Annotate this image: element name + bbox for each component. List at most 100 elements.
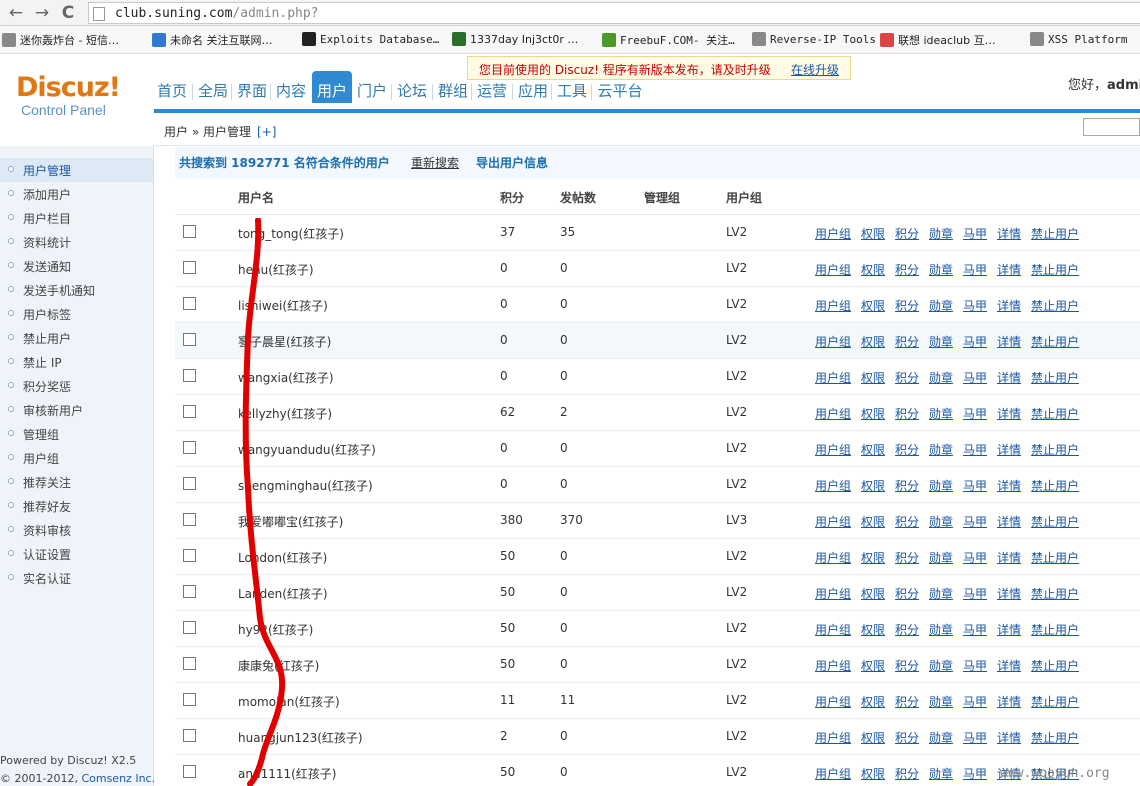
action-link[interactable]: 用户组 — [815, 657, 851, 674]
action-link[interactable]: 详情 — [997, 441, 1021, 458]
cell-username[interactable]: wangyuandudu(红孩子) — [238, 441, 376, 458]
action-link[interactable]: 权限 — [861, 657, 885, 674]
bookmark-item[interactable]: XSS Platform — [1030, 32, 1127, 48]
action-link[interactable]: 详情 — [997, 405, 1021, 422]
action-link[interactable]: 禁止用户 — [1031, 261, 1079, 278]
row-checkbox[interactable] — [183, 333, 196, 346]
row-checkbox[interactable] — [183, 441, 196, 454]
action-link[interactable]: 禁止用户 — [1031, 549, 1079, 566]
action-link[interactable]: 权限 — [861, 693, 885, 710]
action-link[interactable]: 积分 — [895, 549, 919, 566]
bookmark-item[interactable]: 未命名 关注互联网… — [152, 32, 273, 48]
action-link[interactable]: 用户组 — [815, 729, 851, 746]
action-link[interactable]: 马甲 — [963, 585, 987, 602]
action-link[interactable]: 积分 — [895, 621, 919, 638]
action-link[interactable]: 用户组 — [815, 225, 851, 242]
action-link[interactable]: 详情 — [997, 297, 1021, 314]
action-link[interactable]: 积分 — [895, 297, 919, 314]
action-link[interactable]: 权限 — [861, 477, 885, 494]
action-link[interactable]: 积分 — [895, 477, 919, 494]
action-link[interactable]: 积分 — [895, 405, 919, 422]
action-link[interactable]: 勋章 — [929, 297, 953, 314]
action-link[interactable]: 马甲 — [963, 333, 987, 350]
action-link[interactable]: 权限 — [861, 333, 885, 350]
row-checkbox[interactable] — [183, 693, 196, 706]
action-link[interactable]: 禁止用户 — [1031, 729, 1079, 746]
action-link[interactable]: 用户组 — [815, 765, 851, 782]
export-users-link[interactable]: 导出用户信息 — [476, 154, 548, 171]
row-checkbox[interactable] — [183, 369, 196, 382]
forward-icon[interactable]: → — [32, 3, 52, 23]
action-link[interactable]: 用户组 — [815, 297, 851, 314]
action-link[interactable]: 勋章 — [929, 765, 953, 782]
nav-tab[interactable]: 工具 — [554, 80, 590, 110]
action-link[interactable]: 马甲 — [963, 405, 987, 422]
sidebar-item[interactable]: 发送通知 — [0, 254, 153, 278]
sidebar-item[interactable]: 实名认证 — [0, 566, 153, 590]
action-link[interactable]: 勋章 — [929, 441, 953, 458]
action-link[interactable]: 勋章 — [929, 585, 953, 602]
action-link[interactable]: 权限 — [861, 441, 885, 458]
cell-username[interactable]: 寥子晨星(红孩子) — [238, 333, 331, 350]
action-link[interactable]: 详情 — [997, 549, 1021, 566]
action-link[interactable]: 详情 — [997, 729, 1021, 746]
nav-tab[interactable]: 首页 — [154, 80, 190, 110]
nav-tab[interactable]: 全局 — [195, 80, 231, 110]
nav-tab[interactable]: 用户 — [312, 71, 352, 103]
nav-tab[interactable]: 界面 — [234, 80, 270, 110]
row-checkbox[interactable] — [183, 261, 196, 274]
action-link[interactable]: 积分 — [895, 693, 919, 710]
row-checkbox[interactable] — [183, 549, 196, 562]
row-checkbox[interactable] — [183, 657, 196, 670]
action-link[interactable]: 马甲 — [963, 441, 987, 458]
discuz-logo[interactable]: Discuz! Control Panel — [16, 74, 136, 119]
sidebar-item[interactable]: 资料统计 — [0, 230, 153, 254]
cell-username[interactable]: London(红孩子) — [238, 549, 327, 566]
action-link[interactable]: 详情 — [997, 477, 1021, 494]
sidebar-item[interactable]: 认证设置 — [0, 542, 153, 566]
action-link[interactable]: 马甲 — [963, 297, 987, 314]
sidebar-item[interactable]: 用户标签 — [0, 302, 153, 326]
cell-username[interactable]: hehu(红孩子) — [238, 261, 314, 278]
action-link[interactable]: 详情 — [997, 621, 1021, 638]
admin-username[interactable]: admin — [1107, 78, 1140, 93]
action-link[interactable]: 勋章 — [929, 405, 953, 422]
nav-tab[interactable]: 论坛 — [394, 80, 430, 110]
address-bar[interactable]: club.suning.com/admin.php? — [88, 2, 1140, 24]
action-link[interactable]: 详情 — [997, 333, 1021, 350]
nav-tab[interactable]: 云平台 — [594, 80, 646, 110]
action-link[interactable]: 马甲 — [963, 729, 987, 746]
action-link[interactable]: 马甲 — [963, 657, 987, 674]
bookmark-item[interactable]: FreebuF.COM- 关注… — [602, 32, 735, 48]
action-link[interactable]: 禁止用户 — [1031, 297, 1079, 314]
action-link[interactable]: 禁止用户 — [1031, 477, 1079, 494]
action-link[interactable]: 禁止用户 — [1031, 585, 1079, 602]
cell-username[interactable]: 康康兔(红孩子) — [238, 657, 319, 674]
nav-tab[interactable]: 运营 — [474, 80, 510, 110]
cell-username[interactable]: kellyzhy(红孩子) — [238, 405, 332, 422]
action-link[interactable]: 禁止用户 — [1031, 693, 1079, 710]
action-link[interactable]: 用户组 — [815, 333, 851, 350]
action-link[interactable]: 详情 — [997, 585, 1021, 602]
cell-username[interactable]: lishiwei(红孩子) — [238, 297, 328, 314]
action-link[interactable]: 用户组 — [815, 405, 851, 422]
action-link[interactable]: 勋章 — [929, 513, 953, 530]
action-link[interactable]: 权限 — [861, 549, 885, 566]
row-checkbox[interactable] — [183, 405, 196, 418]
upgrade-link[interactable]: 在线升级 — [791, 61, 839, 78]
action-link[interactable]: 用户组 — [815, 261, 851, 278]
cell-username[interactable]: ann1111(红孩子) — [238, 765, 336, 782]
row-checkbox[interactable] — [183, 225, 196, 238]
back-icon[interactable]: ← — [6, 3, 26, 23]
action-link[interactable]: 禁止用户 — [1031, 405, 1079, 422]
action-link[interactable]: 积分 — [895, 765, 919, 782]
action-link[interactable]: 禁止用户 — [1031, 333, 1079, 350]
action-link[interactable]: 权限 — [861, 513, 885, 530]
action-link[interactable]: 积分 — [895, 261, 919, 278]
cell-username[interactable]: tong_tong(红孩子) — [238, 225, 344, 242]
action-link[interactable]: 用户组 — [815, 477, 851, 494]
action-link[interactable]: 详情 — [997, 513, 1021, 530]
sidebar-item[interactable]: 用户管理 — [0, 158, 153, 182]
action-link[interactable]: 积分 — [895, 225, 919, 242]
reload-icon[interactable]: C — [58, 3, 78, 23]
